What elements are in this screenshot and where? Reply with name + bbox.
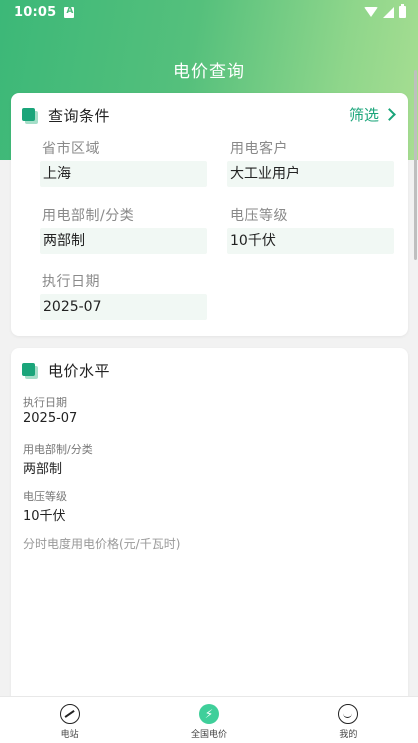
tab-stations[interactable]: 电站 xyxy=(0,697,139,743)
signal-icon xyxy=(383,6,394,18)
level-card-title: 电价水平 xyxy=(48,362,111,380)
price-level-card: 电价水平 执行日期 2025-07 用电部制/分类 两部制 电压等级 10千伏 … xyxy=(11,348,408,708)
tab-national-price[interactable]: ⚡ 全国电价 xyxy=(139,697,278,743)
smile-icon xyxy=(338,704,359,724)
chart-pulse-icon xyxy=(59,704,80,724)
lightning-icon: ⚡ xyxy=(198,704,219,724)
category-field[interactable]: 两部制 xyxy=(40,228,207,254)
info-voltage-value: 10千伏 xyxy=(23,509,66,524)
date-field[interactable]: 2025-07 xyxy=(40,294,207,320)
date-label: 执行日期 xyxy=(42,274,100,290)
tab-mine[interactable]: 我的 xyxy=(279,697,418,743)
scrollbar[interactable] xyxy=(414,70,417,260)
voltage-field[interactable]: 10千伏 xyxy=(227,228,394,254)
status-time: 10:05 xyxy=(14,4,57,20)
customer-field[interactable]: 大工业用户 xyxy=(227,161,394,187)
tab-mine-label: 我的 xyxy=(339,730,358,740)
tab-national-price-label: 全国电价 xyxy=(190,730,227,740)
sim-icon xyxy=(64,6,75,18)
query-conditions-card: 查询条件 筛选 省市区域 上海 用电客户 大工业用户 用电部制/分类 两部制 电… xyxy=(11,93,408,336)
info-category-value: 两部制 xyxy=(23,462,63,477)
tab-stations-label: 电站 xyxy=(60,730,79,740)
wifi-icon xyxy=(364,7,378,17)
info-category-label: 用电部制/分类 xyxy=(23,443,93,456)
filter-label: 筛选 xyxy=(348,106,379,124)
layers-icon xyxy=(22,362,38,379)
chevron-right-icon xyxy=(383,108,396,121)
region-label: 省市区域 xyxy=(42,141,100,157)
status-bar: 10:05 xyxy=(0,0,418,24)
bottom-tabbar: 电站 ⚡ 全国电价 我的 xyxy=(0,696,418,743)
info-date-value: 2025-07 xyxy=(23,411,78,426)
page-title: 电价查询 xyxy=(173,62,245,82)
price-caption: 分时电度用电价格(元/千瓦时) xyxy=(23,537,181,551)
info-date-label: 执行日期 xyxy=(23,396,67,409)
battery-icon xyxy=(399,4,406,18)
info-voltage-label: 电压等级 xyxy=(23,490,67,503)
query-card-title: 查询条件 xyxy=(48,107,111,125)
customer-label: 用电客户 xyxy=(230,141,288,157)
filter-button[interactable]: 筛选 xyxy=(348,104,396,125)
region-field[interactable]: 上海 xyxy=(40,161,207,187)
voltage-label: 电压等级 xyxy=(230,208,288,224)
category-label: 用电部制/分类 xyxy=(42,208,135,224)
layers-icon xyxy=(22,107,38,124)
